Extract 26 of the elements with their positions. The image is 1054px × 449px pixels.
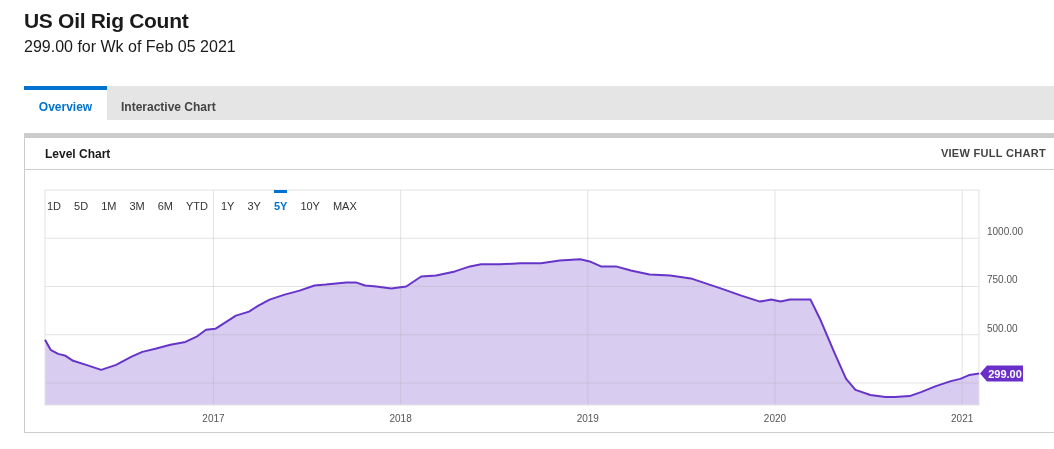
range-button[interactable]: YTD [185,190,208,212]
view-full-chart-link[interactable]: VIEW FULL CHART [940,145,1046,162]
range-button[interactable]: MAX [332,190,357,212]
y-axis-label: 750.00 [987,274,1018,286]
x-axis-label: 2018 [389,413,412,424]
y-axis-label: 1000.00 [987,226,1024,238]
x-axis-label: 2021 [951,413,974,424]
range-button[interactable]: 1M [101,190,117,212]
x-axis-label: 2019 [576,413,599,424]
tab[interactable]: Overview [24,86,107,120]
range-button[interactable]: 10Y [300,190,320,212]
card-title: Level Chart [45,145,111,163]
x-axis-label: 2017 [202,413,225,424]
page-title: US Oil Rig Count [24,8,190,34]
range-button[interactable]: 1D [47,190,62,212]
range-button[interactable]: 3Y [247,190,261,212]
y-axis-label: 500.00 [987,322,1018,334]
page-subtitle: 299.00 for Wk of Feb 05 2021 [24,37,237,58]
range-button[interactable]: 5Y [273,190,288,212]
price-tag: 299.00 [980,365,1023,382]
range-button[interactable]: 5D [74,190,89,212]
x-axis-label: 2020 [763,413,787,424]
range-button[interactable]: 1Y [220,190,235,212]
range-button[interactable]: 3M [129,190,145,212]
range-button[interactable]: 6M [157,190,173,212]
tab[interactable]: Interactive Chart [107,86,230,120]
